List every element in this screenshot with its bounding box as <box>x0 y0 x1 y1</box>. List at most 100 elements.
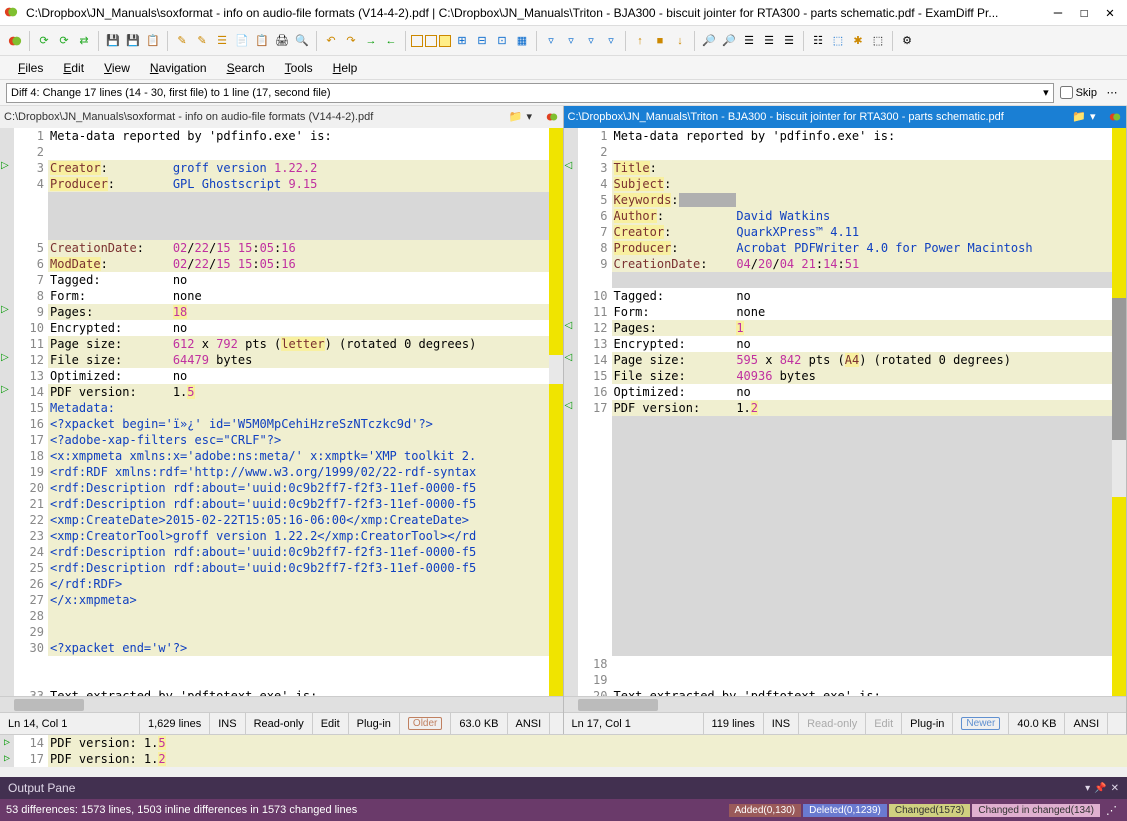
menu-search[interactable]: Search <box>219 59 273 77</box>
tool2-icon[interactable]: ⬚ <box>829 32 847 50</box>
layout6-icon[interactable]: ⊡ <box>493 32 511 50</box>
inline-arrow2[interactable]: ▷ <box>0 751 14 767</box>
filter2-icon[interactable]: ▿ <box>562 32 580 50</box>
right-line-numbers: 1 2 3 4 5 6 7 8 9 10 11 12 13 14 15 16 1… <box>578 128 612 696</box>
right-enc: ANSI <box>1065 713 1108 734</box>
right-gutter[interactable]: ◁ ◁ ◁ ◁ <box>564 128 578 696</box>
swap-icon[interactable]: ⇄ <box>75 32 93 50</box>
stat-changed-in-changed: Changed in changed(134) <box>972 804 1100 817</box>
save-as-icon[interactable]: 📋 <box>144 32 162 50</box>
right-hscroll[interactable] <box>564 696 1127 712</box>
find3-icon[interactable]: ☰ <box>740 32 758 50</box>
right-compare-icon[interactable] <box>1108 110 1122 124</box>
right-ins: INS <box>764 713 799 734</box>
menu-files[interactable]: Files <box>10 59 51 77</box>
left-pane: C:\Dropbox\JN_Manuals\soxformat - info o… <box>0 106 564 734</box>
output-dropdown-icon[interactable]: ▾ <box>1085 783 1090 794</box>
right-pos: Ln 17, Col 1 <box>564 713 704 734</box>
filter4-icon[interactable]: ▿ <box>602 32 620 50</box>
left-pos: Ln 14, Col 1 <box>0 713 140 734</box>
find4-icon[interactable]: ☰ <box>760 32 778 50</box>
diff-selector[interactable]: Diff 4: Change 17 lines (14 - 30, first … <box>6 83 1054 103</box>
diffbar-opts-icon[interactable]: ⋯ <box>1103 84 1121 102</box>
menu-edit[interactable]: Edit <box>55 59 92 77</box>
left-statusbar: Ln 14, Col 1 1,629 lines INS Read-only E… <box>0 712 563 734</box>
menubar: Files Edit View Navigation Search Tools … <box>0 56 1127 80</box>
minimize-button[interactable]: — <box>1045 2 1071 24</box>
layout1-icon[interactable] <box>411 35 423 47</box>
menu-help[interactable]: Help <box>325 59 366 77</box>
skip-check-input[interactable] <box>1060 86 1073 99</box>
right-statusbar: Ln 17, Col 1 119 lines INS Read-only Edi… <box>564 712 1127 734</box>
stop-icon[interactable]: ■ <box>651 32 669 50</box>
undo-icon[interactable]: ↶ <box>322 32 340 50</box>
prev-diff-icon[interactable]: ← <box>382 32 400 50</box>
redo-icon[interactable]: ↷ <box>342 32 360 50</box>
paste-icon[interactable]: 📋 <box>253 32 271 50</box>
find5-icon[interactable]: ☰ <box>780 32 798 50</box>
tool4-icon[interactable]: ⬚ <box>869 32 887 50</box>
skip-checkbox[interactable]: Skip <box>1060 86 1097 99</box>
right-age: Newer <box>953 713 1009 734</box>
left-lines: 1,629 lines <box>140 713 210 734</box>
gear-icon[interactable]: ⚙ <box>898 32 916 50</box>
layout3-icon[interactable] <box>439 35 451 47</box>
left-overview-stripe[interactable] <box>549 128 563 696</box>
left-folder-icon[interactable]: 📁 <box>509 110 523 124</box>
output-pin-icon[interactable]: 📌 <box>1094 783 1106 794</box>
stat-changed: Changed(1573) <box>889 804 971 817</box>
inline-arrow1[interactable]: ▷ <box>0 735 14 751</box>
left-compare-icon[interactable] <box>545 110 559 124</box>
tool3-icon[interactable]: ✱ <box>849 32 867 50</box>
edit2-icon[interactable]: ✎ <box>193 32 211 50</box>
next-diff-icon[interactable]: → <box>362 32 380 50</box>
left-edit[interactable]: Edit <box>313 713 349 734</box>
down-icon[interactable]: ↓ <box>671 32 689 50</box>
maximize-button[interactable]: ☐ <box>1071 2 1097 24</box>
edit1-icon[interactable]: ✎ <box>173 32 191 50</box>
right-overview-stripe[interactable] <box>1112 128 1126 696</box>
left-ins: INS <box>210 713 245 734</box>
layout4-icon[interactable]: ⊞ <box>453 32 471 50</box>
menu-navigation[interactable]: Navigation <box>142 59 215 77</box>
right-ro: Read-only <box>799 713 866 734</box>
layout2-icon[interactable] <box>425 35 437 47</box>
app-logo-icon[interactable] <box>6 32 24 50</box>
close-button[interactable]: ✕ <box>1097 2 1123 24</box>
tool1-icon[interactable]: ☷ <box>809 32 827 50</box>
refresh-icon[interactable]: ⟳ <box>35 32 53 50</box>
layout5-icon[interactable]: ⊟ <box>473 32 491 50</box>
left-dropdown-icon[interactable]: ▾ <box>527 110 541 124</box>
left-pane-header: C:\Dropbox\JN_Manuals\soxformat - info o… <box>0 106 563 128</box>
menu-tools[interactable]: Tools <box>277 59 321 77</box>
menu-view[interactable]: View <box>96 59 138 77</box>
main-area: C:\Dropbox\JN_Manuals\soxformat - info o… <box>0 106 1127 734</box>
filter3-icon[interactable]: ▿ <box>582 32 600 50</box>
right-pane-header: C:\Dropbox\JN_Manuals\Triton - BJA300 - … <box>564 106 1127 128</box>
stat-deleted: Deleted(0,1239) <box>803 804 887 817</box>
left-gutter[interactable]: ▷ ▷ ▷ ▷ <box>0 128 14 696</box>
left-hscroll[interactable] <box>0 696 563 712</box>
left-ro: Read-only <box>246 713 313 734</box>
find1-icon[interactable]: 🔎 <box>700 32 718 50</box>
footer-resize-grip[interactable]: ⋰ <box>1102 804 1121 817</box>
edit3-icon[interactable]: ☰ <box>213 32 231 50</box>
refresh-all-icon[interactable]: ⟳ <box>55 32 73 50</box>
right-edit[interactable]: Edit <box>866 713 902 734</box>
save-all-icon[interactable]: 💾 <box>124 32 142 50</box>
right-dropdown-icon[interactable]: ▾ <box>1090 110 1104 124</box>
left-enc: ANSI <box>508 713 551 734</box>
filter1-icon[interactable]: ▿ <box>542 32 560 50</box>
output-pane-header: Output Pane ▾ 📌 ✕ <box>0 777 1127 799</box>
output-close-icon[interactable]: ✕ <box>1111 783 1119 794</box>
save-icon[interactable]: 💾 <box>104 32 122 50</box>
right-code[interactable]: Meta-data reported by 'pdfinfo.exe' is:T… <box>612 128 1113 696</box>
up-icon[interactable]: ↑ <box>631 32 649 50</box>
layout7-icon[interactable]: ▦ <box>513 32 531 50</box>
print-icon[interactable]: 🖨 <box>273 32 291 50</box>
find2-icon[interactable]: 🔎 <box>720 32 738 50</box>
left-code[interactable]: Meta-data reported by 'pdfinfo.exe' is:C… <box>48 128 549 696</box>
preview-icon[interactable]: 🔍 <box>293 32 311 50</box>
right-folder-icon[interactable]: 📁 <box>1072 110 1086 124</box>
copy-icon[interactable]: 📄 <box>233 32 251 50</box>
